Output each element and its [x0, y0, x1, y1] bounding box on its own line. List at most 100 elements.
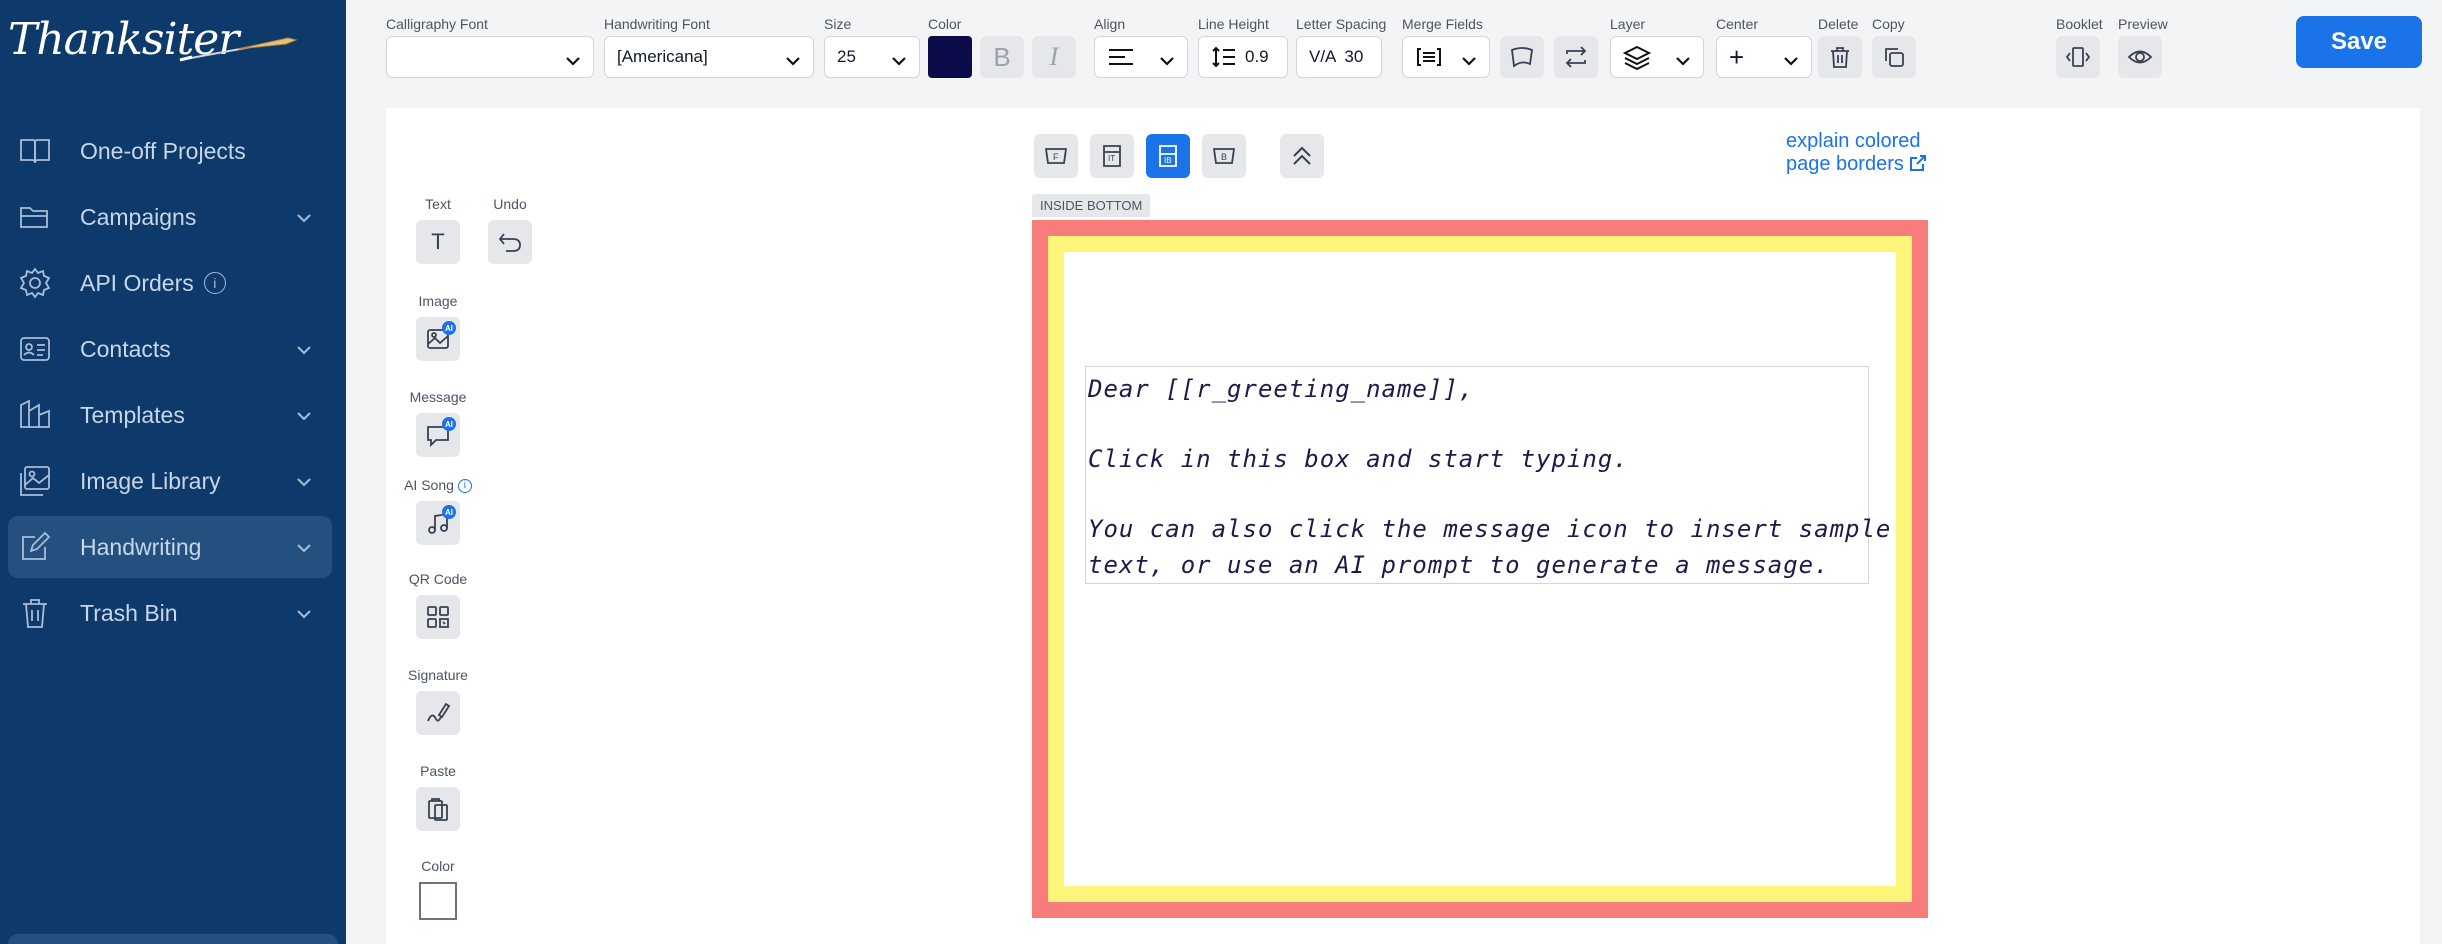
sidebar-item-api-orders[interactable]: API Orders i — [8, 252, 332, 314]
svg-text:B: B — [1221, 152, 1227, 162]
message-tool: Message AI — [398, 389, 478, 457]
page-color-swatch[interactable] — [419, 882, 457, 920]
explain-link-line1: explain colored — [1786, 130, 1921, 152]
message-tool-label: Message — [409, 389, 467, 405]
message-text-box[interactable]: Dear [[r_greeting_name]], Click in this … — [1085, 366, 1890, 584]
paste-tool: Paste — [398, 763, 478, 831]
add-image-button[interactable]: AI — [416, 317, 460, 361]
sidebar-item-label: Image Library — [80, 467, 221, 494]
copy-label: Copy — [1872, 16, 1905, 32]
booklet-group: Booklet — [2056, 16, 2103, 78]
ai-badge: AI — [442, 321, 456, 335]
tab-front[interactable]: F — [1034, 134, 1078, 178]
delete-group: Delete — [1818, 16, 1862, 78]
sidebar-nav: One-off Projects Campaigns API Orders i … — [8, 120, 332, 648]
flip-button[interactable] — [1554, 36, 1598, 78]
line-height-input[interactable]: 0.9 — [1198, 36, 1288, 78]
info-icon[interactable]: i — [457, 479, 472, 494]
letter-spacing-value: 30 — [1344, 47, 1364, 66]
ai-song-button[interactable]: AI — [416, 501, 460, 545]
chevron-down-icon[interactable] — [296, 474, 311, 488]
info-icon[interactable]: i — [203, 272, 226, 294]
ai-badge: AI — [442, 505, 456, 519]
explain-colored-borders-link[interactable]: explain colored page borders — [1786, 130, 1927, 176]
chevron-down-icon[interactable] — [296, 606, 311, 620]
letter-spacing-icon: V/A — [1309, 47, 1337, 66]
line-height-label: Line Height — [1198, 16, 1269, 32]
image-library-icon — [16, 462, 54, 500]
chevron-down-icon[interactable] — [296, 540, 311, 554]
message-line: text, or use an AI prompt to generate a … — [1088, 551, 1830, 579]
booklet-button[interactable] — [2056, 36, 2100, 78]
save-button[interactable]: Save — [2296, 16, 2422, 68]
svg-text:IT: IT — [1108, 154, 1115, 163]
sidebar: Thanksiter One-off Projects Campaigns AP… — [0, 0, 346, 944]
folder-open-icon — [16, 198, 54, 236]
ai-song-tool: AI Song i AI — [398, 477, 478, 545]
calligraphy-font-select[interactable] — [386, 36, 594, 78]
center-group: Center + — [1716, 16, 1812, 78]
text-tool: Text T — [398, 196, 478, 264]
sidebar-item-image-library[interactable]: Image Library — [8, 450, 332, 512]
sidebar-item-templates[interactable]: Templates — [8, 384, 332, 446]
image-tool-label: Image — [418, 293, 458, 309]
chevron-down-icon[interactable] — [296, 210, 311, 224]
page-back-icon: B — [1212, 148, 1236, 164]
italic-button[interactable]: I — [1032, 36, 1076, 78]
add-signature-button[interactable] — [416, 691, 460, 735]
sidebar-item-campaigns[interactable]: Campaigns — [8, 186, 332, 248]
message-line — [1088, 477, 1866, 511]
handwriting-font-select[interactable]: [Americana] — [604, 36, 814, 78]
size-value: 25 — [837, 47, 856, 66]
collapse-button[interactable] — [1280, 134, 1324, 178]
center-icon: + — [1729, 41, 1745, 72]
explain-link-line2: page borders — [1786, 153, 1927, 176]
pen-icon — [179, 37, 298, 62]
merge-fields-label: Merge Fields — [1402, 16, 1483, 32]
sidebar-item-handwriting[interactable]: Handwriting — [8, 516, 332, 578]
undo-button[interactable] — [488, 220, 532, 264]
size-select[interactable]: 25 — [824, 36, 920, 78]
sidebar-item-contacts[interactable]: Contacts — [8, 318, 332, 380]
color-swatch[interactable] — [928, 36, 972, 78]
chevron-down-icon — [891, 51, 907, 71]
add-text-button[interactable]: T — [416, 220, 460, 264]
sidebar-item-label: API Orders — [80, 269, 194, 296]
align-left-icon — [1109, 49, 1133, 65]
delete-button[interactable] — [1818, 36, 1862, 78]
paste-button[interactable] — [416, 787, 460, 831]
preview-button[interactable] — [2118, 36, 2162, 78]
size-group: Size 25 — [824, 16, 920, 78]
shape-warp-icon — [1511, 47, 1533, 68]
chevron-down-icon[interactable] — [296, 342, 311, 356]
chevron-down-icon[interactable] — [296, 408, 311, 422]
ai-song-tool-label: AI Song i — [398, 477, 478, 497]
layer-select[interactable] — [1610, 36, 1704, 78]
letter-spacing-input[interactable]: V/A 30 — [1296, 36, 1382, 78]
center-select[interactable]: + — [1716, 36, 1812, 78]
undo-tool-label: Undo — [493, 196, 527, 212]
ai-badge: AI — [442, 417, 456, 431]
shape-warp-button[interactable] — [1500, 36, 1544, 78]
sidebar-item-label: One-off Projects — [80, 137, 246, 164]
sidebar-item-trash-bin[interactable]: Trash Bin — [8, 582, 332, 644]
insert-message-button[interactable]: AI — [416, 413, 460, 457]
logo[interactable]: Thanksiter — [8, 14, 308, 74]
add-qr-code-button[interactable] — [416, 595, 460, 639]
preview-label: Preview — [2118, 16, 2168, 32]
align-select[interactable] — [1094, 36, 1188, 78]
align-group: Align — [1094, 16, 1188, 78]
sidebar-bottom-item[interactable] — [8, 934, 338, 944]
signature-tool-label: Signature — [408, 667, 468, 683]
trash-icon — [16, 594, 54, 632]
sidebar-item-one-off-projects[interactable]: One-off Projects — [8, 120, 332, 182]
tab-inside-bottom[interactable]: IB — [1146, 134, 1190, 178]
merge-fields-select[interactable] — [1402, 36, 1490, 78]
chevron-down-icon — [1783, 51, 1799, 71]
bold-button[interactable]: B — [980, 36, 1024, 78]
copy-button[interactable] — [1872, 36, 1916, 78]
tab-inside-top[interactable]: IT — [1090, 134, 1134, 178]
text-icon: T — [431, 229, 445, 254]
delete-label: Delete — [1818, 16, 1859, 32]
tab-back[interactable]: B — [1202, 134, 1246, 178]
